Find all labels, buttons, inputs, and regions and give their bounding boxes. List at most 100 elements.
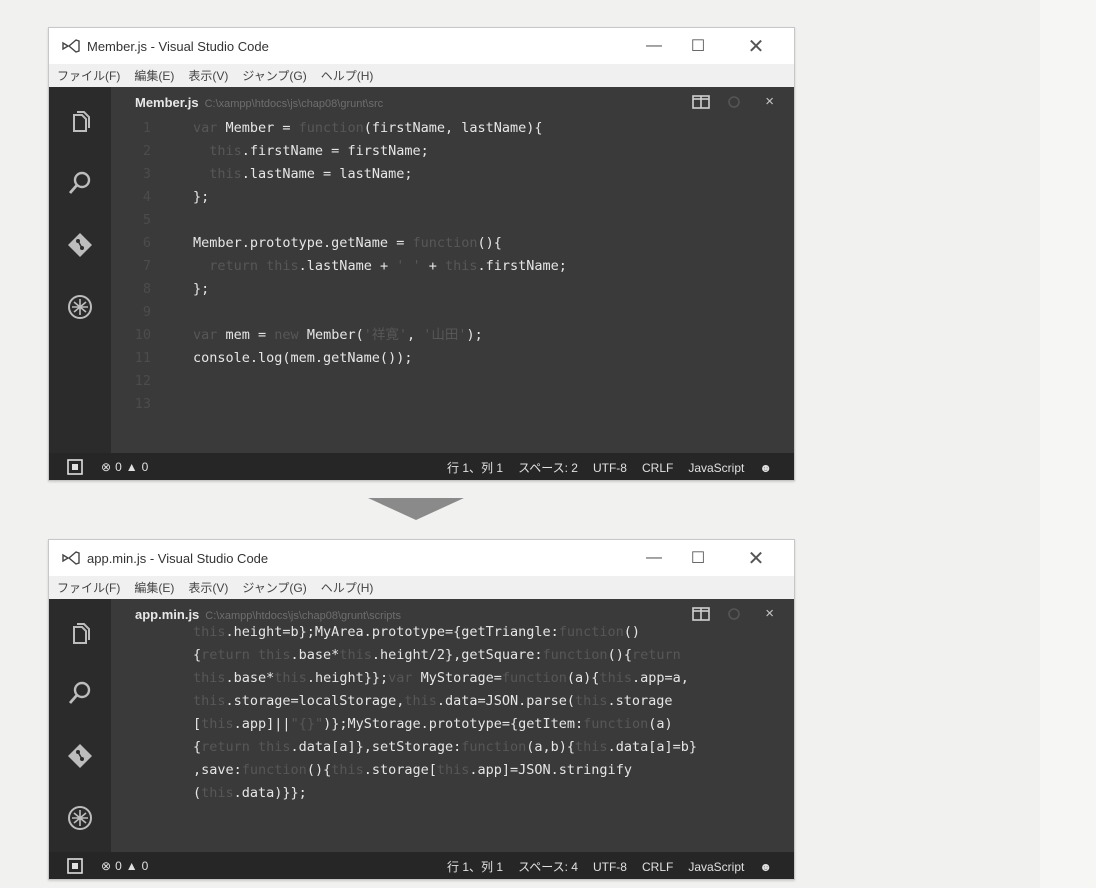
- code-line[interactable]: 5: [111, 209, 794, 232]
- code-line[interactable]: 2 this .firstName = firstName;: [111, 140, 794, 163]
- menu-edit[interactable]: 編集(E): [134, 579, 174, 596]
- line-number: 2: [142, 143, 151, 159]
- code-text: .app]=JSON.stringify: [469, 762, 632, 778]
- code-text: (){: [306, 762, 332, 778]
- code-text: (a,b){: [526, 739, 576, 755]
- menu-file[interactable]: ファイル(F): [57, 579, 120, 596]
- minimize-button[interactable]: —: [632, 28, 676, 64]
- code-keyword: '祥寛': [363, 327, 407, 343]
- menu-goto[interactable]: ジャンプ(G): [242, 579, 306, 596]
- menu-view[interactable]: 表示(V): [188, 579, 228, 596]
- code-line[interactable]: 10 var mem = new Member('祥寛', '山田');: [111, 324, 794, 347]
- editor-area[interactable]: Member.js C:\xampp\htdocs\js\chap08\grunt…: [111, 87, 794, 453]
- code-keyword: var: [193, 120, 226, 136]
- close-button[interactable]: ✕: [734, 28, 778, 64]
- line-number: [111, 782, 193, 805]
- line-number: [111, 644, 193, 667]
- code-text: [: [193, 716, 202, 732]
- title-bar[interactable]: app.min.js - Visual Studio Code — ☐ ✕: [49, 540, 794, 576]
- encoding[interactable]: UTF-8: [593, 461, 627, 475]
- search-icon[interactable]: [66, 679, 94, 707]
- code-line[interactable]: [this .app]|| "{}")};MyStorage.prototype={…: [111, 713, 794, 736]
- code-line[interactable]: {return this .base* this .height/2},getSqua…: [111, 644, 794, 667]
- problems-indicator[interactable]: ⊗ 0 ▲ 0: [101, 460, 152, 474]
- menu-help[interactable]: ヘルプ(H): [321, 67, 374, 84]
- close-button[interactable]: ✕: [734, 540, 778, 576]
- code-line[interactable]: this .base* this .height}}; var MyStorage= fu…: [111, 667, 794, 690]
- editor-tab[interactable]: Member.js C:\xampp\htdocs\js\chap08\grunt…: [111, 87, 794, 117]
- code-line[interactable]: 7 return this .lastName + ' ' + this .firs…: [111, 255, 794, 278]
- debug-icon[interactable]: [66, 293, 94, 321]
- code-editor[interactable]: 1 var Member = function (firstName, lastNa…: [111, 117, 794, 416]
- code-text: .storage: [607, 693, 673, 709]
- smiley-icon[interactable]: ☻: [759, 860, 772, 874]
- open-changes-icon[interactable]: [726, 606, 742, 622]
- status-sync-icon[interactable]: [67, 858, 83, 874]
- line-ending[interactable]: CRLF: [642, 860, 673, 874]
- menu-file[interactable]: ファイル(F): [57, 67, 120, 84]
- status-sync-icon[interactable]: [67, 459, 83, 475]
- tab-path: C:\xampp\htdocs\js\chap08\grunt\scripts: [205, 610, 401, 622]
- code-line[interactable]: 13: [111, 393, 794, 416]
- code-line[interactable]: 6 Member.prototype.getName = function(){: [111, 232, 794, 255]
- git-icon[interactable]: [66, 231, 94, 259]
- cursor-position[interactable]: 行 1、列 1: [447, 459, 503, 476]
- vscode-window-member: Member.js - Visual Studio Code — ☐ ✕ ファイ…: [48, 27, 795, 481]
- editor-tab[interactable]: app.min.js C:\xampp\htdocs\js\chap08\grun…: [111, 599, 794, 629]
- editor-area[interactable]: app.min.js C:\xampp\htdocs\js\chap08\grun…: [111, 599, 794, 852]
- debug-icon[interactable]: [66, 804, 94, 832]
- menu-edit[interactable]: 編集(E): [134, 67, 174, 84]
- tab-close-button[interactable]: ×: [765, 605, 774, 622]
- title-bar[interactable]: Member.js - Visual Studio Code — ☐ ✕: [49, 28, 794, 64]
- line-ending[interactable]: CRLF: [642, 461, 673, 475]
- maximize-button[interactable]: ☐: [676, 540, 720, 576]
- code-line[interactable]: 8};: [111, 278, 794, 301]
- code-keyword: this: [201, 716, 234, 732]
- line-number: 3: [142, 166, 151, 182]
- menu-help[interactable]: ヘルプ(H): [321, 579, 374, 596]
- split-editor-icon[interactable]: [692, 607, 710, 621]
- code-keyword: new: [274, 327, 307, 343]
- indentation[interactable]: スペース: 4: [518, 858, 578, 875]
- open-changes-icon[interactable]: [726, 94, 742, 110]
- line-number: [111, 667, 193, 690]
- code-line[interactable]: 3 this .lastName = lastName;: [111, 163, 794, 186]
- code-line[interactable]: 1 var Member = function (firstName, lastNa…: [111, 117, 794, 140]
- window-title: Member.js - Visual Studio Code: [87, 38, 269, 54]
- search-icon[interactable]: [66, 169, 94, 197]
- code-line[interactable]: 4};: [111, 186, 794, 209]
- code-line[interactable]: 9: [111, 301, 794, 324]
- code-line[interactable]: 12: [111, 370, 794, 393]
- code-line[interactable]: {return this .data[a]},setStorage: functio…: [111, 736, 794, 759]
- menu-goto[interactable]: ジャンプ(G): [242, 67, 306, 84]
- code-line[interactable]: ,save: function(){this .storage[this .app]=…: [111, 759, 794, 782]
- language-mode[interactable]: JavaScript: [688, 461, 744, 475]
- explorer-icon[interactable]: [66, 621, 94, 649]
- code-line[interactable]: 11 console.log(mem.getName());: [111, 347, 794, 370]
- code-keyword: this: [331, 762, 364, 778]
- code-line[interactable]: (this .data)}};: [111, 782, 794, 805]
- tab-filename[interactable]: app.min.js C:\xampp\htdocs\js\chap08\grun…: [135, 607, 401, 622]
- code-keyword: var: [388, 670, 421, 686]
- code-line[interactable]: this .storage=localStorage, this .data=JSON…: [111, 690, 794, 713]
- git-icon[interactable]: [66, 742, 94, 770]
- code-keyword: this: [575, 693, 608, 709]
- explorer-icon[interactable]: [66, 109, 94, 137]
- cursor-position[interactable]: 行 1、列 1: [447, 858, 503, 875]
- tab-filename[interactable]: Member.js C:\xampp\htdocs\js\chap08\grunt…: [135, 95, 383, 110]
- warning-count: 0: [141, 859, 149, 873]
- language-mode[interactable]: JavaScript: [688, 860, 744, 874]
- problems-indicator[interactable]: ⊗ 0 ▲ 0: [101, 859, 152, 873]
- tab-close-button[interactable]: ×: [765, 93, 774, 110]
- smiley-icon[interactable]: ☻: [759, 461, 772, 475]
- indentation[interactable]: スペース: 2: [518, 459, 578, 476]
- minimize-button[interactable]: —: [632, 540, 676, 576]
- split-editor-icon[interactable]: [692, 95, 710, 109]
- maximize-button[interactable]: ☐: [676, 28, 720, 64]
- encoding[interactable]: UTF-8: [593, 860, 627, 874]
- code-editor[interactable]: this .height=b};MyArea.prototype={getTria…: [111, 621, 794, 805]
- code-text: ,: [406, 327, 424, 343]
- menu-view[interactable]: 表示(V): [188, 67, 228, 84]
